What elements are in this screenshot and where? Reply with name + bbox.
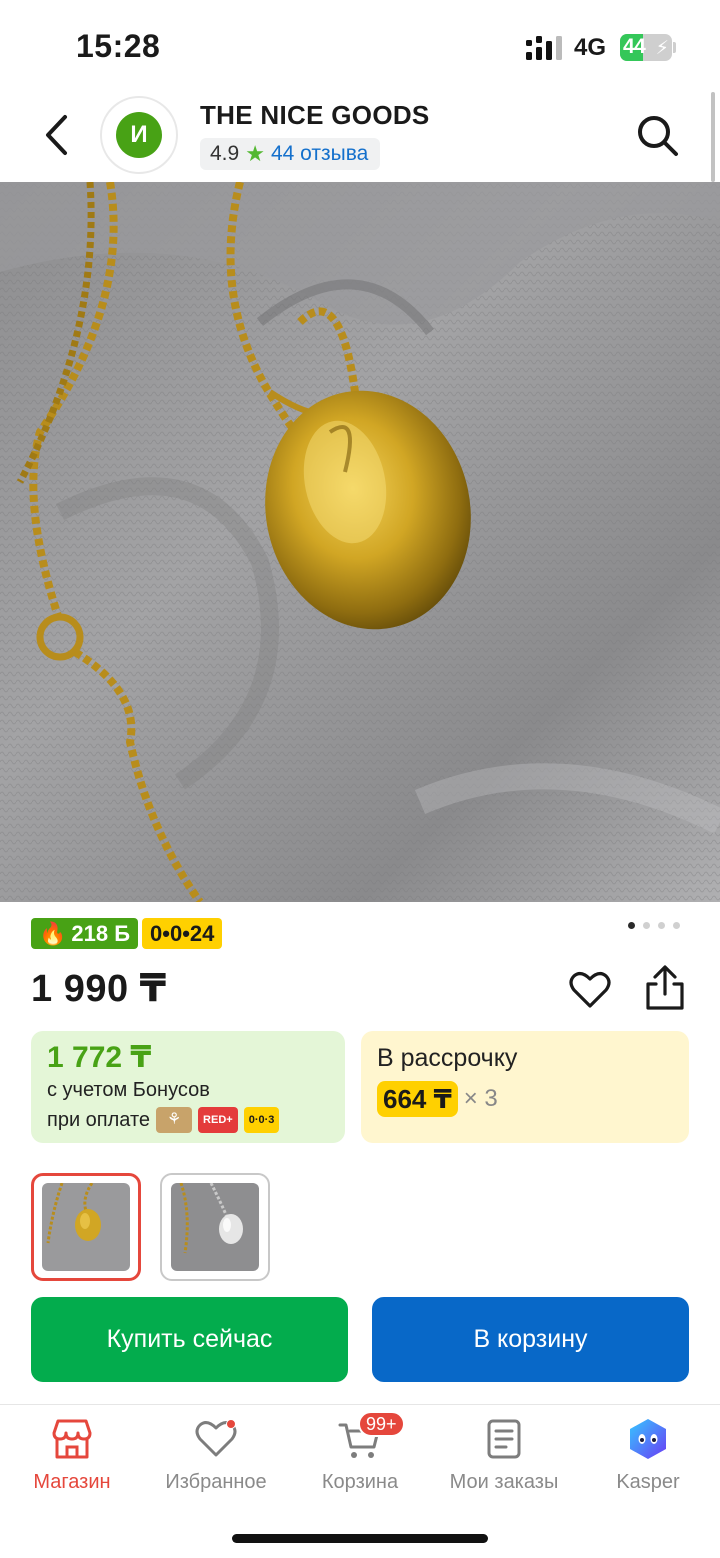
store-header: И THE NICE GOODS 4.9 ★ 44 отзыва bbox=[0, 90, 720, 182]
reviews-link[interactable]: 44 отзыва bbox=[271, 142, 368, 166]
share-icon bbox=[646, 965, 684, 1010]
share-button[interactable] bbox=[642, 964, 688, 1012]
rating-value: 4.9 bbox=[210, 142, 240, 165]
battery-icon: 44 ⚡ bbox=[620, 34, 672, 61]
tab-favorites-label: Избранное bbox=[165, 1471, 267, 1493]
variant-thumbnail-silver[interactable] bbox=[160, 1173, 270, 1281]
orders-icon bbox=[482, 1417, 526, 1461]
installment-title: В рассрочку bbox=[377, 1044, 518, 1072]
tab-kasper-label: Kasper bbox=[616, 1471, 680, 1493]
bonus-note: с учетом Бонусов bbox=[47, 1079, 210, 1101]
shop-icon bbox=[50, 1417, 94, 1461]
favorite-button[interactable] bbox=[568, 968, 612, 1012]
bonus-badge: 🔥 218 Б bbox=[31, 918, 139, 949]
gallery-dot bbox=[658, 922, 665, 929]
cart-icon: 99+ bbox=[338, 1411, 405, 1461]
battery-level: 44 bbox=[623, 35, 646, 58]
variant-image-gold bbox=[42, 1183, 130, 1271]
product-photo bbox=[0, 182, 720, 902]
installment-badge: 0•0•24 bbox=[142, 918, 223, 949]
payment-methods: при оплате ⚘ RED+ 0·0·3 bbox=[47, 1105, 329, 1135]
star-icon: ★ bbox=[245, 141, 265, 166]
bonus-price-card[interactable]: 1 772 ₸ с учетом Бонусов при оплате ⚘ RE… bbox=[31, 1031, 345, 1143]
bonus-badge-text: 218 Б bbox=[71, 920, 131, 946]
search-icon bbox=[638, 116, 678, 156]
pay-label: при оплате bbox=[47, 1109, 151, 1131]
heart-icon bbox=[569, 972, 611, 1008]
tab-favorites[interactable]: Избранное bbox=[144, 1405, 288, 1505]
kaspi-gold-icon: ⚘ bbox=[156, 1107, 193, 1133]
gallery-dot bbox=[643, 922, 650, 929]
notification-dot bbox=[226, 1419, 236, 1429]
tab-kasper[interactable]: Kasper bbox=[576, 1405, 720, 1505]
store-rating[interactable]: 4.9 ★ 44 отзыва bbox=[200, 138, 381, 170]
signal-icon bbox=[526, 36, 562, 60]
kasper-icon bbox=[626, 1417, 670, 1461]
tab-orders-label: Мои заказы bbox=[449, 1471, 559, 1493]
gallery-dot bbox=[673, 922, 680, 929]
cart-count-badge: 99+ bbox=[358, 1411, 405, 1437]
home-indicator[interactable] bbox=[232, 1534, 488, 1543]
tab-shop[interactable]: Магазин bbox=[0, 1405, 144, 1505]
fire-icon: 🔥 bbox=[39, 920, 67, 946]
network-type: 4G bbox=[574, 34, 607, 61]
charging-icon: ⚡ bbox=[655, 38, 669, 59]
installment-offer: 664 ₸ × 3 bbox=[377, 1081, 673, 1117]
installment-card[interactable]: В рассрочку 664 ₸ × 3 bbox=[361, 1031, 689, 1143]
status-time: 15:28 bbox=[76, 28, 161, 64]
gallery-pagination bbox=[628, 922, 680, 929]
tab-orders[interactable]: Мои заказы bbox=[432, 1405, 576, 1505]
scrollbar[interactable] bbox=[711, 92, 715, 182]
installment-003-chip: 0·0·3 bbox=[243, 1107, 280, 1133]
tab-cart[interactable]: 99+ Корзина bbox=[288, 1405, 432, 1505]
product-price: 1 990 ₸ bbox=[31, 968, 167, 1010]
store-logo-initial: И bbox=[116, 112, 162, 158]
installment-times: × 3 bbox=[463, 1085, 498, 1112]
installment-amount: 664 ₸ bbox=[377, 1081, 458, 1117]
battery-cap bbox=[673, 42, 676, 53]
store-name[interactable]: THE NICE GOODS bbox=[200, 100, 430, 131]
buy-now-button[interactable]: Купить сейчас bbox=[31, 1297, 348, 1382]
promo-badges: 🔥 218 Б 0•0•24 bbox=[31, 918, 223, 949]
gallery-dot bbox=[628, 922, 635, 929]
tab-shop-label: Магазин bbox=[33, 1471, 111, 1493]
variant-image-silver bbox=[171, 1183, 259, 1271]
bonus-price: 1 772 ₸ bbox=[47, 1041, 152, 1074]
status-bar: 15:28 4G 44 ⚡ bbox=[0, 0, 720, 90]
chevron-left-icon bbox=[46, 115, 67, 155]
red-plus-chip: RED+ bbox=[198, 1107, 238, 1133]
product-image[interactable] bbox=[0, 182, 720, 902]
variant-thumbnail-gold[interactable] bbox=[31, 1173, 141, 1281]
search-button[interactable] bbox=[634, 112, 682, 160]
add-to-cart-button[interactable]: В корзину bbox=[372, 1297, 689, 1382]
store-logo[interactable]: И bbox=[100, 96, 178, 174]
back-button[interactable] bbox=[34, 110, 78, 160]
tab-cart-label: Корзина bbox=[321, 1471, 399, 1493]
heart-icon bbox=[194, 1417, 238, 1461]
